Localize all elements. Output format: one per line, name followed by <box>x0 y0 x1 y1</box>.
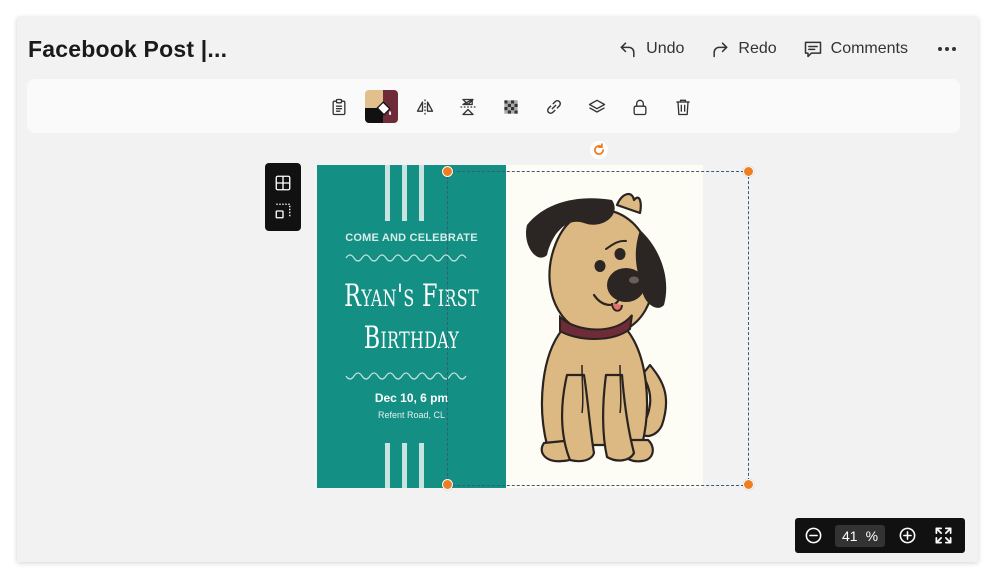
header-actions: Undo Redo Comments <box>592 39 956 59</box>
rotate-icon <box>594 143 604 155</box>
resize-handle-bottom-right[interactable] <box>743 479 754 490</box>
zoom-level[interactable]: 41 % <box>835 524 885 547</box>
flip-vertical-icon <box>460 98 475 115</box>
comments-button[interactable]: Comments <box>803 39 908 59</box>
zoom-out-icon <box>805 527 821 544</box>
bottom-flourish <box>345 372 467 380</box>
crop-select-icon[interactable] <box>274 202 292 220</box>
document-title[interactable]: Facebook Post |... <box>28 36 227 63</box>
clipboard-button[interactable] <box>322 90 355 123</box>
resize-handle-top-right[interactable] <box>743 166 754 177</box>
event-address: Refent Road, CL <box>377 410 446 420</box>
color-swatch <box>365 90 398 123</box>
birthday-title: Ryan's First Birthday <box>343 275 479 359</box>
flip-vertical-button[interactable] <box>451 90 484 123</box>
lock-icon <box>633 99 646 115</box>
undo-icon <box>620 42 635 58</box>
birthday-title-line-2: Birthday <box>363 320 460 356</box>
headline-text: COME AND CELEBRATE <box>345 232 478 244</box>
clipboard-icon <box>332 98 345 115</box>
more-icon[interactable] <box>938 39 956 59</box>
top-stripes <box>383 165 427 221</box>
comments-label: Comments <box>830 40 908 57</box>
delete-button[interactable] <box>666 90 699 123</box>
flip-horizontal-button[interactable] <box>408 90 441 123</box>
event-date: Dec 10, 6 pm <box>374 391 449 405</box>
zoom-controls: 41 % <box>795 518 965 553</box>
lock-button[interactable] <box>623 90 656 123</box>
redo-icon <box>713 42 728 58</box>
comment-icon <box>804 41 821 58</box>
fit-screen-button[interactable] <box>925 518 961 553</box>
zoom-value: 41 <box>841 527 858 544</box>
transparency-icon <box>503 99 518 114</box>
resize-handle-top-left[interactable] <box>442 166 453 177</box>
top-flourish <box>345 254 467 262</box>
side-toolbar <box>265 163 301 231</box>
undo-button[interactable]: Undo <box>618 39 684 59</box>
undo-label: Undo <box>646 40 685 57</box>
grid-icon[interactable] <box>274 174 292 192</box>
birthday-title-line-1: Ryan's First <box>344 278 479 314</box>
layers-icon <box>588 99 605 113</box>
zoom-in-button[interactable] <box>889 518 925 553</box>
resize-handle-bottom-left[interactable] <box>442 479 453 490</box>
teal-panel: COME AND CELEBRATE Ryan's First Birthday… <box>317 165 506 488</box>
editor-window: Facebook Post |... Undo Redo Comments CO… <box>17 17 978 562</box>
layers-button[interactable] <box>580 90 613 123</box>
toolbar-tools <box>322 90 699 123</box>
link-button[interactable] <box>537 90 570 123</box>
color-fill-button[interactable] <box>365 90 398 123</box>
link-icon <box>546 99 561 114</box>
post-canvas[interactable]: COME AND CELEBRATE Ryan's First Birthday… <box>317 165 703 488</box>
color-fill-icon <box>376 101 392 116</box>
element-toolbar <box>27 79 960 133</box>
dog-illustration <box>526 192 668 463</box>
zoom-out-button[interactable] <box>795 518 831 553</box>
zoom-in-icon <box>899 527 915 544</box>
redo-button[interactable]: Redo <box>710 39 777 59</box>
redo-label: Redo <box>738 40 777 57</box>
flip-horizontal-icon <box>416 99 433 114</box>
transparency-button[interactable] <box>494 90 527 123</box>
fit-screen-icon <box>935 527 951 544</box>
bottom-stripes <box>383 443 427 488</box>
zoom-unit: % <box>865 527 879 544</box>
rotate-handle[interactable] <box>590 141 608 159</box>
delete-icon <box>675 99 690 115</box>
